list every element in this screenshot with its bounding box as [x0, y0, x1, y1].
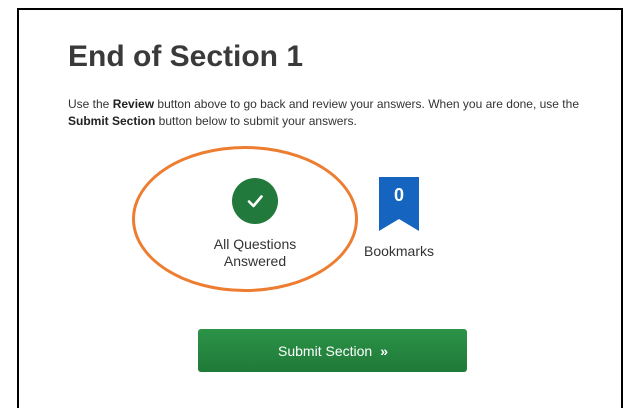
instructions-part2: button above to go back and review your … [154, 97, 579, 111]
page-title: End of Section 1 [68, 40, 304, 73]
check-icon [232, 178, 278, 224]
bookmarks-status: 0 Bookmarks [352, 177, 446, 259]
all-answered-label: All Questions Answered [200, 236, 310, 270]
instructions-part1: Use the [68, 97, 113, 111]
double-chevron-right-icon: » [380, 342, 388, 359]
instructions-review-keyword: Review [112, 97, 155, 111]
bookmarks-label: Bookmarks [363, 243, 435, 259]
all-answered-label-line1: All Questions [213, 236, 297, 252]
bookmark-count: 0 [393, 185, 404, 205]
all-answered-label-line2: Answered [223, 253, 287, 269]
submit-section-button[interactable]: Submit Section » [198, 329, 467, 372]
instructions-text: Use the Review button above to go back a… [68, 96, 588, 130]
instructions-part3: button below to submit your answers. [155, 114, 357, 128]
bookmark-icon: 0 [379, 177, 419, 231]
all-answered-status: All Questions Answered [200, 178, 310, 270]
instructions-submit-keyword: Submit Section [68, 114, 156, 128]
submit-section-label: Submit Section [278, 342, 373, 359]
